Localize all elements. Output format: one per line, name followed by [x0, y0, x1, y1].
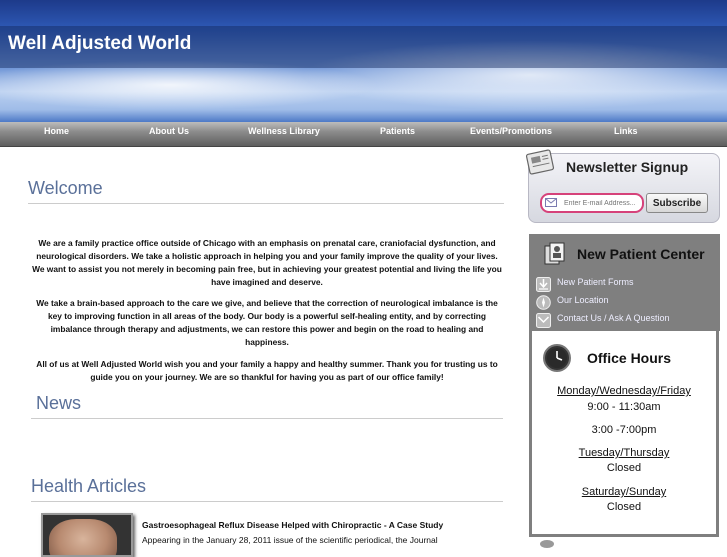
- nav-home[interactable]: Home: [44, 126, 69, 136]
- health-divider: [31, 501, 503, 502]
- compass-icon: [536, 295, 551, 310]
- hours-time: 9:00 - 11:30am: [587, 401, 661, 413]
- hours-time: Closed: [606, 462, 642, 474]
- nav-wellness-library[interactable]: Wellness Library: [248, 126, 320, 136]
- newsletter-title: Newsletter Signup: [566, 159, 689, 175]
- partial-widget-icon: [540, 540, 554, 548]
- article-photo: [49, 519, 117, 555]
- nav-links[interactable]: Links: [614, 126, 638, 136]
- health-articles-heading: Health Articles: [31, 476, 147, 496]
- hours-days: Tuesday/Thursday: [578, 447, 670, 459]
- welcome-paragraph: All of us at Well Adjusted World wish yo…: [36, 359, 498, 382]
- mail-icon: [536, 313, 551, 328]
- nav-about-us[interactable]: About Us: [149, 126, 189, 136]
- mail-icon: [545, 198, 557, 207]
- hours-time: 3:00 -7:00pm: [591, 424, 657, 436]
- article-title[interactable]: Gastroesophageal Reflux Disease Helped w…: [142, 520, 443, 530]
- clock-icon: [543, 344, 571, 372]
- site-title[interactable]: Well Adjusted World: [8, 33, 191, 55]
- welcome-paragraph: We take a brain-based approach to the ca…: [36, 298, 498, 347]
- header-banner: Well Adjusted World: [0, 0, 727, 122]
- welcome-divider: [28, 203, 504, 204]
- new-patient-forms-link[interactable]: New Patient Forms: [557, 277, 634, 287]
- patient-forms-icon: [544, 242, 565, 265]
- contact-us-link[interactable]: Contact Us / Ask A Question: [557, 313, 670, 323]
- welcome-heading: Welcome: [28, 178, 103, 198]
- nav-events-promotions[interactable]: Events/Promotions: [470, 126, 552, 136]
- subscribe-button[interactable]: Subscribe: [646, 193, 708, 213]
- hours-days: Monday/Wednesday/Friday: [557, 385, 691, 397]
- hours-days: Saturday/Sunday: [581, 486, 667, 498]
- main-nav: Home About Us Wellness Library Patients …: [0, 122, 727, 147]
- nav-patients[interactable]: Patients: [380, 126, 415, 136]
- article-snippet: Appearing in the January 28, 2011 issue …: [142, 535, 438, 545]
- article-thumbnail[interactable]: [41, 513, 133, 557]
- our-location-link[interactable]: Our Location: [557, 295, 609, 305]
- newspaper-icon: [526, 149, 555, 175]
- new-patient-center-title: New Patient Center: [577, 246, 705, 262]
- hours-time: Closed: [606, 501, 642, 513]
- news-heading: News: [36, 393, 82, 413]
- news-divider: [31, 418, 503, 419]
- welcome-paragraph: We are a family practice office outside …: [32, 238, 502, 287]
- office-hours-title: Office Hours: [587, 350, 672, 366]
- download-icon: [536, 277, 551, 292]
